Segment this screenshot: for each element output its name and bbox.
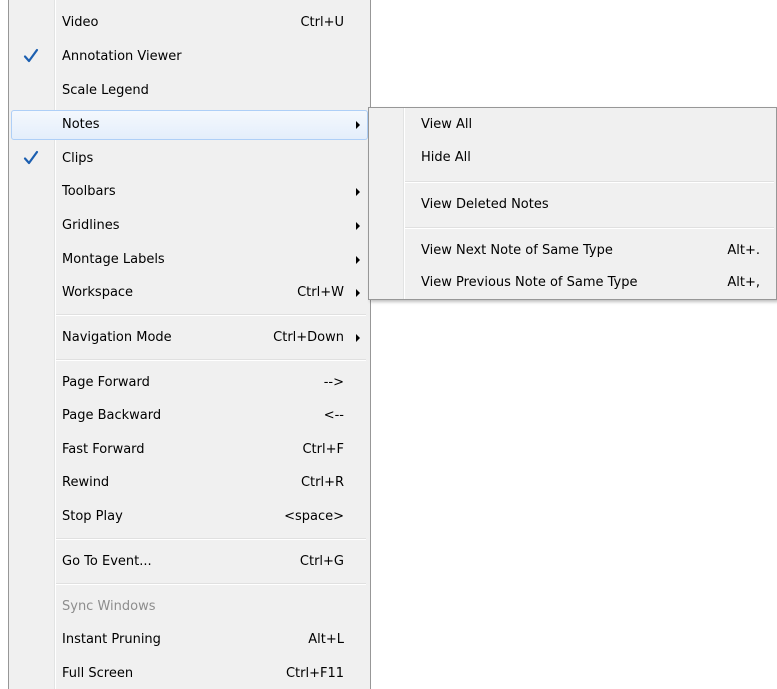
menu-item-label: Scale Legend (62, 83, 149, 98)
menu-item-label: Notes (62, 117, 100, 132)
menu-item-label: Video (62, 15, 99, 30)
menu-item-label: View All (421, 117, 473, 132)
menu-separator (56, 359, 366, 361)
menu-item-shortcut: <-- (323, 408, 344, 423)
menu-item-go-to-event[interactable]: Go To Event... Ctrl+G (11, 547, 368, 577)
menu-item-page-forward[interactable]: Page Forward --> (11, 368, 368, 398)
menu-item-sync-windows: Sync Windows (11, 592, 368, 622)
submenu-item-view-next-note[interactable]: View Next Note of Same Type Alt+. (371, 236, 774, 266)
menu-item-shortcut: <space> (284, 509, 344, 524)
menu-separator (405, 181, 774, 183)
menu-item-shortcut: --> (323, 375, 344, 390)
menu-item-rewind[interactable]: Rewind Ctrl+R (11, 468, 368, 498)
menu-item-label: Page Backward (62, 408, 162, 423)
menu-separator (405, 227, 774, 229)
menu-item-workspace[interactable]: Workspace Ctrl+W (11, 278, 368, 308)
menu-item-label: Instant Pruning (62, 632, 161, 647)
menu-item-shortcut: Ctrl+G (299, 554, 344, 569)
menu-separator (56, 583, 366, 585)
submenu-item-view-previous-note[interactable]: View Previous Note of Same Type Alt+, (371, 268, 774, 298)
menu-item-shortcut: Ctrl+F (302, 442, 344, 457)
submenu-arrow-icon (356, 334, 360, 342)
submenu-arrow-icon (356, 256, 360, 264)
menu-item-shortcut: Alt+. (727, 243, 760, 258)
menu-item-label: Rewind (62, 475, 110, 490)
menu-item-video[interactable]: Video Ctrl+U (11, 8, 368, 38)
submenu-item-view-deleted-notes[interactable]: View Deleted Notes (371, 190, 774, 220)
submenu-item-view-all[interactable]: View All (371, 110, 774, 140)
menu-item-shortcut: Ctrl+F11 (285, 666, 344, 681)
menu-item-clips[interactable]: Clips (11, 144, 368, 174)
menu-item-label: View Deleted Notes (421, 197, 549, 212)
menu-item-montage-labels[interactable]: Montage Labels (11, 245, 368, 275)
checkmark-icon (23, 150, 39, 165)
menu-item-label: Sync Windows (62, 599, 156, 614)
menu-item-label: Clips (62, 151, 94, 166)
menu-item-label: Toolbars (62, 184, 116, 199)
menu-item-toolbars[interactable]: Toolbars (11, 177, 368, 207)
menu-item-label: Gridlines (62, 218, 120, 233)
checkmark-icon (23, 48, 39, 63)
menu-separator (56, 314, 366, 316)
menu-item-shortcut: Ctrl+U (300, 15, 344, 30)
submenu-arrow-icon (356, 188, 360, 196)
menu-item-gridlines[interactable]: Gridlines (11, 211, 368, 241)
menu-item-scale-legend[interactable]: Scale Legend (11, 76, 368, 106)
menu-item-label: Navigation Mode (62, 330, 172, 345)
submenu-arrow-icon (356, 289, 360, 297)
screen: Video Ctrl+U Annotation Viewer Scale Leg… (0, 0, 777, 689)
menu-item-stop-play[interactable]: Stop Play <space> (11, 502, 368, 532)
submenu-arrow-icon (356, 222, 360, 230)
menu-item-label: View Previous Note of Same Type (421, 275, 638, 290)
submenu-arrow-icon (356, 121, 360, 129)
menu-item-annotation-viewer[interactable]: Annotation Viewer (11, 42, 368, 72)
menu-item-label: Fast Forward (62, 442, 145, 457)
menu-item-navigation-mode[interactable]: Navigation Mode Ctrl+Down (11, 323, 368, 353)
menu-item-notes[interactable]: Notes (11, 110, 368, 140)
menu-item-label: Stop Play (62, 509, 123, 524)
menu-item-label: Go To Event... (62, 554, 152, 569)
notes-submenu: View All Hide All View Deleted Notes Vie… (368, 107, 777, 300)
menu-item-label: Workspace (62, 285, 134, 300)
menu-item-label: Page Forward (62, 375, 150, 390)
view-menu: Video Ctrl+U Annotation Viewer Scale Leg… (8, 0, 371, 689)
menu-item-label: Hide All (421, 150, 471, 165)
menu-item-shortcut: Alt+, (727, 275, 760, 290)
submenu-item-hide-all[interactable]: Hide All (371, 143, 774, 173)
menu-item-page-backward[interactable]: Page Backward <-- (11, 401, 368, 431)
menu-separator (56, 538, 366, 540)
menu-item-full-screen[interactable]: Full Screen Ctrl+F11 (11, 659, 368, 689)
menu-item-label: Montage Labels (62, 252, 165, 267)
menu-item-shortcut: Ctrl+W (297, 285, 344, 300)
menu-item-shortcut: Ctrl+R (300, 475, 344, 490)
menu-item-shortcut: Alt+L (308, 632, 344, 647)
menu-item-shortcut: Ctrl+Down (273, 330, 344, 345)
menu-item-fast-forward[interactable]: Fast Forward Ctrl+F (11, 435, 368, 465)
menu-item-label: View Next Note of Same Type (421, 243, 613, 258)
menu-item-label: Annotation Viewer (62, 49, 182, 64)
menu-item-instant-pruning[interactable]: Instant Pruning Alt+L (11, 625, 368, 655)
menu-item-label: Full Screen (62, 666, 134, 681)
